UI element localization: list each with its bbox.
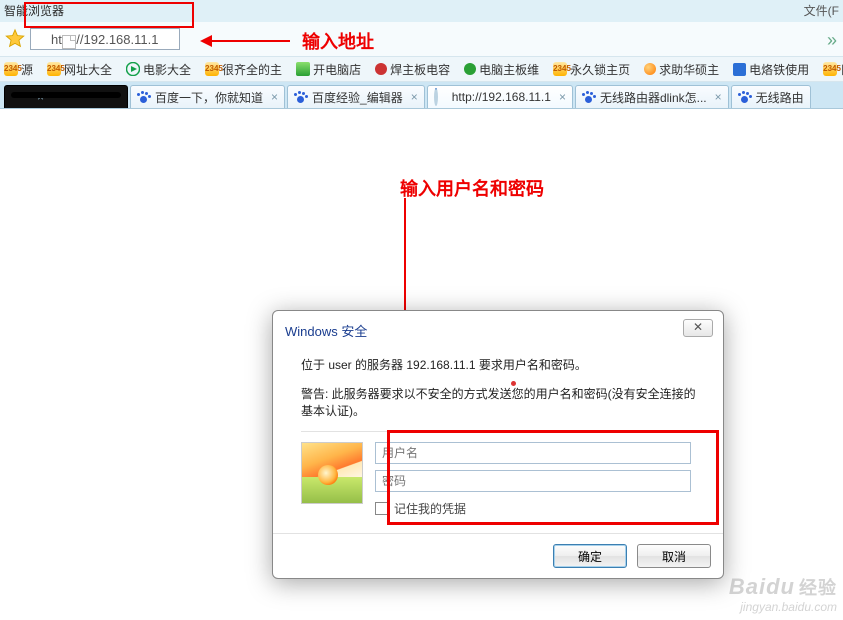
bookmark-label: 开电脑店	[313, 61, 361, 78]
tab-close-icon[interactable]: ×	[715, 90, 722, 104]
browser-tab[interactable]: http://192.168.11.1 ×	[427, 85, 573, 108]
user-avatar-icon	[301, 442, 363, 504]
watermark-brand: Baidu	[729, 574, 795, 599]
browser-tab[interactable]: ×	[4, 85, 128, 108]
remember-checkbox[interactable]	[375, 502, 388, 515]
dialog-close-button[interactable]: ✕	[683, 319, 713, 337]
username-input[interactable]	[375, 442, 691, 464]
bookmark-item[interactable]: 电烙铁使用	[733, 61, 809, 78]
bookmark-label: 电烙铁使用	[749, 61, 809, 78]
site-2345-icon: 2345	[205, 62, 219, 76]
tab-title: 无线路由	[756, 89, 804, 106]
bookmark-item[interactable]: 焊主板电容	[375, 61, 450, 78]
bookmark-item[interactable]: 2345网址大全	[47, 61, 112, 78]
bookmark-label: 电脑主板维	[479, 61, 539, 78]
address-input[interactable]	[30, 28, 180, 50]
orange-dot-icon	[644, 63, 656, 75]
watermark-url: jingyan.baidu.com	[729, 600, 837, 614]
site-2345-icon: 2345	[823, 62, 837, 76]
site-2345-icon: 2345	[47, 62, 61, 76]
stack-icon	[296, 62, 310, 76]
bookmarks-expand-icon[interactable]: »	[827, 30, 837, 51]
bookmark-item[interactable]: 2345很齐全的主	[205, 61, 282, 78]
watermark-brand-cn: 经验	[799, 578, 837, 598]
browser-tab[interactable]: 无线路由	[731, 85, 811, 108]
tab-title: 无线路由器dlink怎...	[600, 89, 707, 106]
bookmark-item[interactable]: 开电脑店	[296, 61, 361, 78]
tab-title: 百度经验_编辑器	[312, 89, 403, 106]
bookmark-item[interactable]: 2345永久锁主页	[553, 61, 630, 78]
dialog-title: Windows 安全	[273, 311, 723, 346]
play-icon	[126, 62, 140, 76]
ok-button[interactable]: 确定	[553, 544, 627, 568]
tab-close-icon[interactable]: ×	[271, 90, 278, 104]
address-bar-row	[0, 22, 843, 56]
bookmark-label: 电影大全	[143, 61, 191, 78]
tab-close-icon[interactable]: ×	[559, 90, 566, 104]
bookmark-item[interactable]: 电影大全	[126, 61, 191, 78]
arrow-line-icon	[210, 40, 290, 42]
password-input[interactable]	[375, 470, 691, 492]
bookmarks-bar: 2345源2345网址大全电影大全2345很齐全的主开电脑店焊主板电容电脑主板维…	[0, 56, 843, 82]
remember-label: 记住我的凭据	[394, 500, 466, 517]
green-dot-icon	[464, 63, 476, 75]
site-2345-icon: 2345	[553, 62, 567, 76]
bookmark-item[interactable]: 2345日积	[823, 61, 843, 78]
browser-titlebar: 智能浏览器 文件(F	[0, 0, 843, 22]
browser-tab[interactable]: 无线路由器dlink怎... ×	[575, 85, 729, 108]
bookmark-label: 很齐全的主	[222, 61, 282, 78]
bookmark-label: 焊主板电容	[390, 61, 450, 78]
bookmark-item[interactable]: 2345源	[4, 61, 33, 78]
auth-dialog: ✕ Windows 安全 位于 user 的服务器 192.168.11.1 要…	[272, 310, 724, 579]
annotation-address: 输入地址	[200, 28, 374, 54]
bookmark-item[interactable]: 求助华硕主	[644, 61, 719, 78]
dialog-button-row: 确定 取消	[273, 533, 723, 578]
page-icon	[62, 35, 76, 49]
dialog-message: 位于 user 的服务器 192.168.11.1 要求用户名和密码。	[301, 356, 705, 373]
watermark: Baidu经验 jingyan.baidu.com	[729, 574, 837, 614]
tab-close-icon[interactable]: ×	[411, 90, 418, 104]
browser-tab[interactable]: 百度经验_编辑器 ×	[287, 85, 425, 108]
bookmark-label: 源	[21, 61, 33, 78]
remember-row[interactable]: 记住我的凭据	[375, 500, 691, 517]
dialog-warning: 警告: 此服务器要求以不安全的方式发送您的用户名和密码(没有安全连接的基本认证)…	[301, 385, 705, 419]
loading-spinner-icon	[434, 88, 438, 106]
bookmark-label: 网址大全	[64, 61, 112, 78]
tabstrip-divider	[0, 108, 843, 109]
bookmark-label: 永久锁主页	[570, 61, 630, 78]
credentials-area: 记住我的凭据	[301, 431, 705, 521]
red-dot-icon	[375, 63, 387, 75]
cancel-button[interactable]: 取消	[637, 544, 711, 568]
tab-title: http://192.168.11.1	[452, 90, 551, 104]
browser-tab[interactable]: 百度一下，你就知道 ×	[130, 85, 285, 108]
tab-title: 百度一下，你就知道	[155, 89, 263, 106]
bookmark-label: 求助华硕主	[659, 61, 719, 78]
dot-icon	[511, 381, 516, 386]
annotation-address-text: 输入地址	[302, 28, 374, 54]
favorite-star-icon[interactable]	[4, 28, 26, 50]
tab-close-icon[interactable]: ×	[37, 90, 44, 104]
menu-file[interactable]: 文件(F	[804, 0, 839, 22]
annotation-credentials-text: 输入用户名和密码	[400, 175, 544, 201]
bookmark-item[interactable]: 电脑主板维	[464, 61, 539, 78]
tab-strip: × 百度一下，你就知道 × 百度经验_编辑器 × http://192.168.11.1 ×…	[0, 82, 843, 108]
browser-title: 智能浏览器	[4, 4, 64, 18]
site-2345-icon: 2345	[4, 62, 18, 76]
blue-square-icon	[733, 63, 746, 76]
